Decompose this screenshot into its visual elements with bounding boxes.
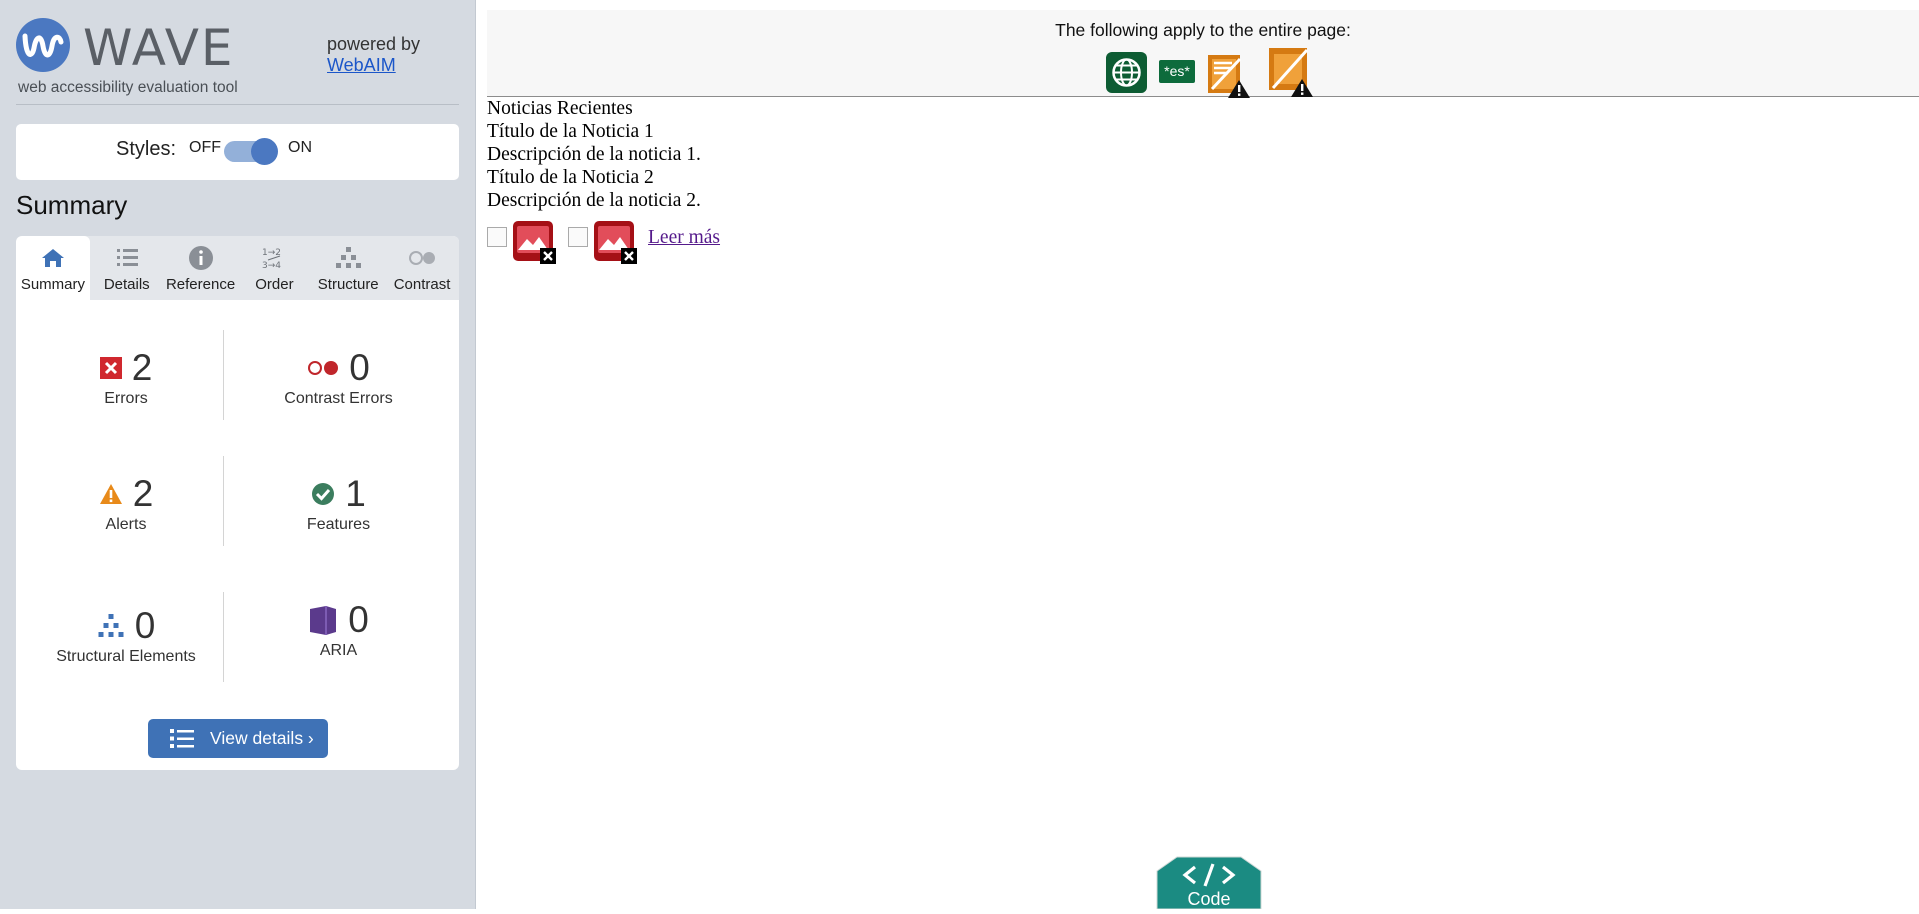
- tab-structure[interactable]: Structure: [311, 236, 385, 300]
- missing-alt-error-icon[interactable]: [512, 220, 556, 264]
- powered-by-text: powered by: [327, 34, 421, 54]
- structural-stat[interactable]: 0 Structural Elements: [36, 606, 216, 666]
- tab-details[interactable]: Details: [90, 236, 164, 300]
- aria-label: ARIA: [319, 642, 358, 659]
- missing-alt-error-icon[interactable]: [593, 220, 637, 264]
- broken-image[interactable]: [568, 227, 588, 247]
- styles-off-label: OFF: [189, 139, 221, 156]
- content-heading: Noticias Recientes: [487, 98, 633, 119]
- styles-on-label: ON: [288, 139, 312, 156]
- structural-label: Structural Elements: [56, 648, 196, 665]
- tab-bar: Summary Details Reference 1→2 3→4 Order …: [16, 236, 459, 300]
- tab-label: Structure: [317, 276, 379, 293]
- svg-text:3→4: 3→4: [262, 261, 281, 271]
- page-icons: *es*: [1106, 44, 1336, 99]
- read-more-link[interactable]: Leer más: [648, 227, 720, 249]
- alert-icon: [99, 484, 122, 504]
- styles-toggle[interactable]: [224, 138, 278, 165]
- code-label: Code: [1187, 889, 1231, 909]
- code-button[interactable]: Code: [1153, 855, 1265, 910]
- divider: [16, 104, 459, 105]
- contrast-error-icon: [308, 361, 339, 375]
- summary-panel: Summary Details Reference 1→2 3→4 Order …: [16, 236, 459, 770]
- aria-count: 0: [348, 599, 369, 640]
- view-details-label: View details ›: [210, 728, 314, 748]
- structure-icon: [98, 614, 124, 637]
- divider: [223, 592, 224, 682]
- feature-icon: [312, 483, 335, 505]
- features-label: Features: [306, 516, 371, 533]
- image-row: Leer más: [487, 220, 747, 264]
- features-stat[interactable]: 1 Features: [236, 474, 441, 534]
- list-icon: [170, 729, 194, 748]
- broken-image[interactable]: [487, 227, 507, 247]
- errors-count: 2: [131, 347, 153, 388]
- wave-logo: [16, 18, 70, 72]
- errors-stat[interactable]: 2 Errors: [36, 348, 216, 408]
- page-bar-text: The following apply to the entire page:: [1055, 20, 1351, 40]
- aria-stat[interactable]: 0 ARIA: [236, 600, 441, 660]
- contrast-errors-label: Contrast Errors: [284, 390, 393, 407]
- summary-heading: Summary: [16, 190, 128, 220]
- tab-label: Reference: [165, 276, 236, 293]
- page-level-icons-bar: The following apply to the entire page: …: [487, 10, 1919, 99]
- wave-wordmark: WAVE: [83, 19, 235, 77]
- news-title-2: Título de la Noticia 2: [487, 167, 654, 188]
- features-count: 1: [345, 473, 366, 514]
- news-title-1: Título de la Noticia 1: [487, 121, 654, 142]
- wave-sidebar: WAVE web accessibility evaluation tool p…: [0, 0, 476, 909]
- errors-label: Errors: [104, 390, 148, 407]
- list-icon: [116, 249, 138, 266]
- contrast-errors-stat[interactable]: 0 Contrast Errors: [236, 348, 441, 408]
- error-icon: [99, 357, 122, 379]
- alert-page-icon[interactable]: [1206, 53, 1252, 99]
- styles-label: Styles:: [116, 138, 177, 160]
- tab-summary[interactable]: Summary: [16, 236, 90, 300]
- wave-logo-icon: [22, 33, 64, 58]
- tab-label: Summary: [20, 276, 85, 293]
- view-details-button[interactable]: View details ›: [148, 719, 328, 758]
- structure-icon: [336, 247, 362, 268]
- webaim-link[interactable]: WebAIM: [327, 55, 420, 76]
- divider: [223, 456, 224, 546]
- wave-tagline: web accessibility evaluation tool: [18, 79, 238, 96]
- tab-reference[interactable]: Reference: [164, 236, 238, 300]
- alerts-label: Alerts: [105, 516, 147, 533]
- aria-icon: [310, 606, 337, 635]
- home-icon: [41, 249, 64, 267]
- alerts-stat[interactable]: 2 Alerts: [36, 474, 216, 534]
- powered-by: powered by WebAIM: [327, 34, 420, 76]
- order-icon: 1→2 3→4: [262, 248, 281, 271]
- page-preview: The following apply to the entire page: …: [476, 0, 1919, 910]
- toggle-knob[interactable]: [251, 138, 278, 165]
- tab-label: Contrast: [393, 276, 451, 293]
- tab-order[interactable]: 1→2 3→4 Order: [237, 236, 311, 300]
- language-icon[interactable]: [1106, 52, 1147, 93]
- alert-title-icon[interactable]: [1267, 46, 1315, 98]
- news-description-2: Descripción de la noticia 2.: [487, 190, 701, 211]
- info-icon: [188, 246, 213, 270]
- styles-toggle-box: Styles: OFF ON: [16, 124, 459, 180]
- lang-es-icon[interactable]: *es*: [1159, 60, 1195, 83]
- lang-code: *es*: [1164, 63, 1190, 79]
- news-description-1: Descripción de la noticia 1.: [487, 144, 701, 165]
- contrast-errors-count: 0: [349, 347, 370, 388]
- contrast-icon: [409, 251, 436, 265]
- tab-label: Details: [103, 276, 150, 293]
- structural-count: 0: [134, 605, 156, 646]
- divider: [223, 330, 224, 420]
- tab-contrast[interactable]: Contrast: [385, 236, 459, 300]
- page-content: Noticias Recientes Título de la Noticia …: [487, 97, 701, 212]
- tab-label: Order: [255, 276, 294, 293]
- alerts-count: 2: [132, 473, 154, 514]
